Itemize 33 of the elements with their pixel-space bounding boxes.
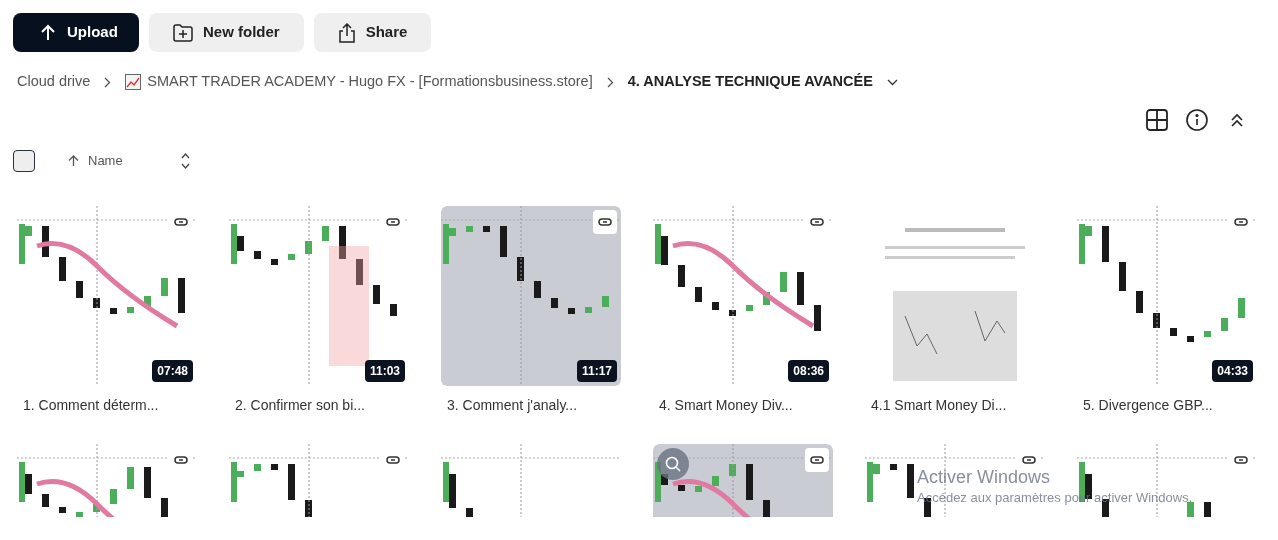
- upload-button[interactable]: Upload: [13, 13, 139, 52]
- duration-badge: 11:03: [364, 360, 405, 382]
- folder-plus-icon: [173, 23, 193, 42]
- duration-badge: 11:17: [576, 360, 617, 382]
- link-icon[interactable]: [805, 448, 829, 472]
- breadcrumb-link[interactable]: SMART TRADER ACADEMY - Hugo FX - [Formationsbusiness.store]: [125, 71, 593, 93]
- sort-toggle-icon[interactable]: [180, 153, 190, 169]
- name-sort-button[interactable]: Name: [68, 151, 123, 171]
- arrow-up-icon: [39, 23, 57, 42]
- chevron-right-icon: [606, 76, 614, 88]
- file-name[interactable]: 4. Smart Money Div...: [653, 395, 833, 416]
- file-name[interactable]: 4.1 Smart Money Di...: [865, 395, 1045, 416]
- breadcrumb-link[interactable]: 4. ANALYSE TECHNIQUE AVANCÉE: [627, 71, 873, 93]
- breadcrumb-link[interactable]: Cloud drive: [17, 71, 91, 93]
- share-button[interactable]: Share: [313, 13, 432, 52]
- file-name[interactable]: 1. Comment déterm...: [17, 395, 197, 416]
- duration-badge: 08:36: [788, 360, 829, 382]
- chevron-down-icon[interactable]: [886, 78, 898, 86]
- select-all-checkbox[interactable]: [13, 150, 35, 172]
- arrow-up-icon: [68, 155, 79, 167]
- file-name[interactable]: 2. Confirmer son bi...: [229, 395, 409, 416]
- info-icon[interactable]: [1186, 109, 1208, 131]
- link-icon[interactable]: [593, 210, 617, 234]
- new-folder-button[interactable]: New folder: [149, 13, 304, 52]
- activation-title: Activer Windows: [917, 466, 1052, 488]
- duration-badge: 07:48: [152, 360, 193, 382]
- file-name[interactable]: 5. Divergence GBP...: [1077, 395, 1257, 416]
- duration-badge: 04:33: [1212, 360, 1253, 382]
- file-name[interactable]: 3. Comment j'analy...: [441, 395, 621, 416]
- share-icon: [337, 22, 356, 43]
- chevron-right-icon: [104, 76, 112, 88]
- chart-icon: [125, 74, 142, 90]
- grid-view-icon[interactable]: [1146, 109, 1168, 131]
